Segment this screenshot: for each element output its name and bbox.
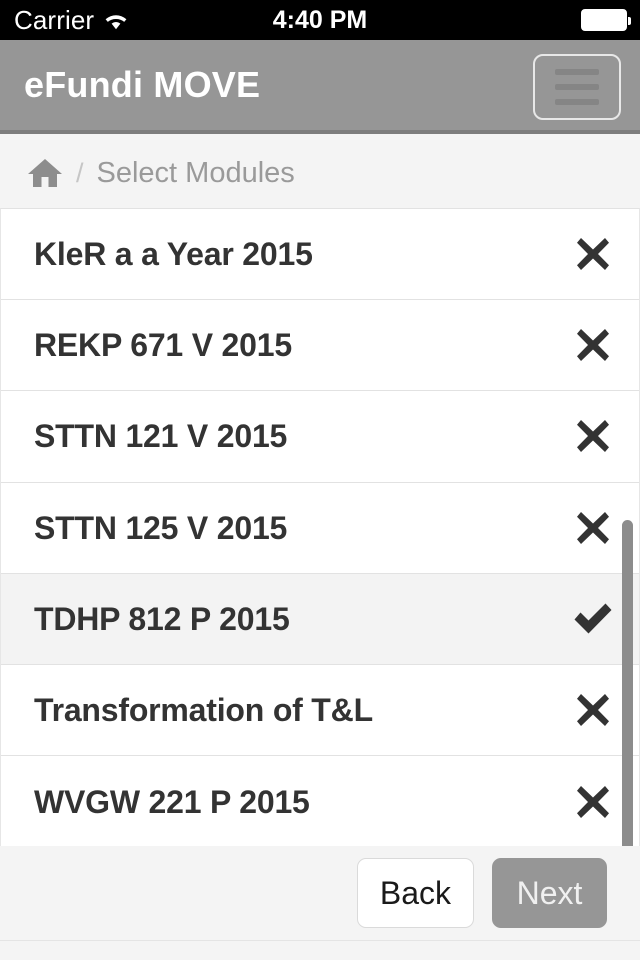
- table-row[interactable]: STTN 121 V 2015: [1, 391, 639, 483]
- home-icon[interactable]: [27, 157, 63, 189]
- footer-actions: Back Next: [0, 846, 640, 940]
- table-row[interactable]: TDHP 812 P 2015: [1, 573, 639, 665]
- status-bar-right: [581, 9, 631, 31]
- module-list[interactable]: KleR a a Year 2015 REKP 671 V 2015 STTN …: [0, 208, 640, 846]
- x-icon[interactable]: [547, 234, 639, 274]
- hamburger-menu-icon-line-2: [555, 84, 599, 90]
- battery-level-fill: [584, 12, 624, 28]
- status-bar: Carrier 4:40 PM: [0, 0, 640, 40]
- next-button[interactable]: Next: [492, 858, 607, 928]
- footer-bottom-divider: [0, 940, 640, 960]
- hamburger-menu-icon: [555, 69, 599, 75]
- table-row[interactable]: KleR a a Year 2015: [1, 209, 639, 301]
- breadcrumb: / Select Modules: [0, 138, 640, 208]
- app-navbar: eFundi MOVE: [0, 40, 640, 134]
- breadcrumb-separator: /: [76, 157, 84, 188]
- app-screen: Carrier 4:40 PM eFundi MOVE / Select Mod…: [0, 0, 640, 960]
- clock-label: 4:40 PM: [272, 5, 368, 34]
- x-icon[interactable]: [547, 325, 639, 365]
- battery-full-icon: [581, 9, 631, 31]
- module-name: KleR a a Year 2015: [34, 236, 313, 273]
- breadcrumb-current-page: Select Modules: [96, 156, 295, 189]
- module-name: Transformation of T&L: [34, 692, 373, 729]
- table-row[interactable]: REKP 671 V 2015: [1, 300, 639, 392]
- x-icon[interactable]: [547, 416, 639, 456]
- hamburger-menu-icon-line-3: [555, 99, 599, 105]
- table-row[interactable]: Transformation of T&L: [1, 664, 639, 757]
- app-title: eFundi MOVE: [24, 64, 261, 105]
- module-name: STTN 125 V 2015: [34, 509, 288, 546]
- back-button[interactable]: Back: [356, 858, 474, 928]
- module-name: WVGW 221 P 2015: [34, 783, 310, 820]
- module-name: REKP 671 V 2015: [34, 327, 292, 364]
- table-row[interactable]: WVGW 221 P 2015: [1, 756, 639, 846]
- module-name: TDHP 812 P 2015: [34, 600, 290, 637]
- hamburger-menu-button[interactable]: [533, 54, 621, 120]
- table-row[interactable]: STTN 125 V 2015: [1, 482, 639, 574]
- module-name: STTN 121 V 2015: [34, 418, 288, 455]
